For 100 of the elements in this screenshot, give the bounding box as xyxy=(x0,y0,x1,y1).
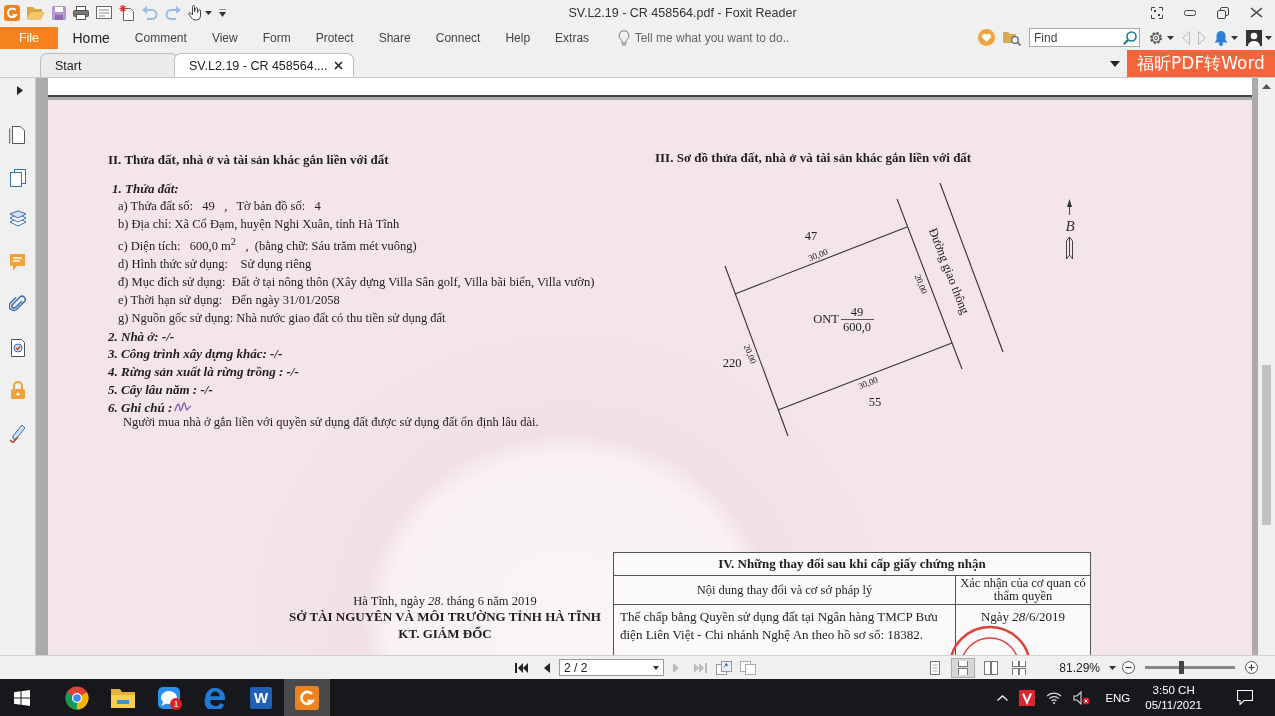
issuing-agency: SỞ TÀI NGUYÊN VÀ MÔI TRƯỜNG TỈNH HÀ TĨNH xyxy=(288,609,602,626)
neighbor-parcel-number: 220 xyxy=(722,356,742,370)
bell-icon[interactable] xyxy=(1214,29,1228,46)
column-header: Xác nhận của cơ quan có thẩm quyền xyxy=(955,575,1091,605)
user-icon[interactable] xyxy=(1246,29,1262,46)
ribbon-tab[interactable]: Extras xyxy=(542,27,602,48)
taskbar-button[interactable]: 1 xyxy=(146,679,192,716)
zoom-dropdown[interactable]: 81.29% xyxy=(1059,660,1116,675)
caret-icon[interactable] xyxy=(1265,35,1272,40)
column-header: Nội dung thay đổi và cơ sở pháp lý xyxy=(613,575,956,605)
close-icon[interactable] xyxy=(1250,7,1263,18)
document-tab[interactable]: SV.L2.19 - CR 458564.... xyxy=(174,53,354,77)
parcel-detail-text: g) Nguồn gốc sử dụng: Nhà nước giao đất có thu tiền sử dụng đất xyxy=(117,309,447,327)
taskbar-button[interactable] xyxy=(284,679,330,716)
ribbon-tab[interactable]: Form xyxy=(250,27,304,48)
wifi-icon[interactable] xyxy=(1046,691,1063,704)
notification-icon[interactable] xyxy=(1237,690,1253,705)
item-heading: 2. Nhà ở: -/- xyxy=(108,327,175,346)
minimize-icon[interactable] xyxy=(1184,9,1196,16)
ribbon-tab[interactable]: Home xyxy=(60,26,123,49)
ribbon-tab[interactable]: Share xyxy=(366,27,424,48)
app-logo-icon[interactable] xyxy=(4,4,20,21)
parcel-detail-text: c) Diện tích: 600,0 m$^{2}$ , (bằng chữ: Sáu trăm mét vuông) xyxy=(117,235,418,256)
pen-check-icon[interactable] xyxy=(8,422,27,443)
lightbulb-icon[interactable] xyxy=(617,29,630,46)
signing-place-date: Hà Tĩnh, ngày 28. tháng 6 năm 2019 xyxy=(352,592,538,609)
slider-thumb[interactable] xyxy=(1179,661,1184,674)
parcel-detail-text: d) Hình thức sử dụng: Sử dụng riêng xyxy=(117,256,313,274)
hand-icon[interactable] xyxy=(188,4,202,21)
caret-icon[interactable] xyxy=(1109,665,1116,670)
parcel-detail-text: a) Thửa đất số: 49 , Tờ bản đồ số: 4 xyxy=(117,197,322,215)
single-page-icon xyxy=(928,660,943,675)
page-number-field[interactable]: 2 / 2 xyxy=(559,659,664,676)
facing-pages-icon xyxy=(984,660,999,675)
ribbon-tab[interactable]: Help xyxy=(492,27,543,48)
fullscreen-icon[interactable] xyxy=(1151,6,1163,19)
volume-muted-icon[interactable] xyxy=(1073,690,1091,705)
zoom-in-icon[interactable] xyxy=(1245,661,1258,674)
clock-date[interactable]: 05/11/2021 xyxy=(1145,697,1202,713)
start-icon[interactable] xyxy=(14,689,30,706)
north-label: B xyxy=(1065,218,1075,234)
caret-icon[interactable] xyxy=(205,10,212,15)
pdf-app-icon xyxy=(295,685,319,710)
v-mark-icon[interactable] xyxy=(1019,689,1036,706)
scrollbar-thumb[interactable] xyxy=(1262,365,1271,525)
find-field[interactable]: Find xyxy=(1029,28,1140,47)
neighbor-parcel-number: 47 xyxy=(804,229,818,243)
clock-time[interactable]: 3:50 CH xyxy=(1152,682,1195,698)
parcel-area: 600,0 xyxy=(842,320,872,334)
ribbon-tab[interactable]: View xyxy=(199,27,251,48)
save-icon[interactable] xyxy=(52,5,66,20)
tell-me-field[interactable]: Tell me what you want to do.. xyxy=(634,30,810,45)
table-title: IV. Những thay đổi sau khi cấp giấy chứng nhận xyxy=(613,552,1091,576)
ribbon-tab[interactable]: Protect xyxy=(303,27,367,48)
extract-page-icon[interactable] xyxy=(716,660,732,675)
caret-icon[interactable] xyxy=(1231,35,1238,40)
parcel-detail-text: e) Thời hạn sử dụng: Đến ngày 31/01/2058 xyxy=(117,291,341,309)
gear-icon[interactable] xyxy=(1148,29,1164,46)
ribbon-tab[interactable]: Connect xyxy=(423,27,493,48)
first-page-icon[interactable] xyxy=(515,661,529,674)
parcel-detail-text: đ) Mục đích sử dụng: Đất ở tại nông thôn (Xây dựng Villa Sân golf, Villa bãi biển, Villa vườn) xyxy=(117,274,596,292)
edge-length-label: 30,00 xyxy=(806,246,830,264)
zoom-out-icon[interactable] xyxy=(1122,661,1135,674)
new-document-icon[interactable] xyxy=(119,4,135,21)
folder-search-icon[interactable] xyxy=(1003,29,1021,46)
signer-title: KT. GIÁM ĐỐC xyxy=(397,625,493,642)
edge-length-label: 30,00 xyxy=(856,374,880,392)
language-indicator[interactable]: ENG xyxy=(1105,691,1131,704)
pages-icon[interactable] xyxy=(8,167,27,188)
land-type-code: ONT xyxy=(813,312,839,326)
scroll-up-icon[interactable] xyxy=(1262,84,1271,89)
customize-caret-icon[interactable] xyxy=(219,8,226,17)
tab-list-caret-icon[interactable] xyxy=(1110,60,1120,67)
word-app-tile: W xyxy=(250,686,272,709)
folder-icon xyxy=(111,687,135,708)
chevron-up-icon[interactable] xyxy=(997,694,1009,701)
restore-icon[interactable] xyxy=(1217,6,1229,19)
caret-icon[interactable] xyxy=(1167,35,1174,40)
view-mode-button[interactable] xyxy=(951,657,976,678)
window-title: SV.L2.19 - CR 458564.pdf - Foxit Reader xyxy=(567,5,798,20)
parcel-number: 49 xyxy=(850,305,864,319)
taskbar-button[interactable]: W xyxy=(238,679,284,716)
close-icon[interactable] xyxy=(334,61,343,70)
section-heading: II. Thửa đất, nhà ở và tài sản khác gắn liền với đất xyxy=(108,151,390,169)
continuous-facing-icon xyxy=(1012,660,1027,675)
neighbor-parcel-number: 55 xyxy=(868,395,882,409)
subsection-heading: 1. Thửa đất: xyxy=(111,180,180,198)
search-icon[interactable] xyxy=(1123,30,1137,45)
parcel-detail-text: b) Địa chỉ: Xã Cổ Đạm, huyện Nghi Xuân, tỉnh Hà Tĩnh xyxy=(117,215,401,233)
chat-app-icon xyxy=(158,686,180,709)
section-heading: III. Sơ đồ thửa đất, nhà ở và tài sản khác gắn liền với đất xyxy=(655,149,973,167)
expand-arrow-icon[interactable] xyxy=(16,86,23,95)
dropdown-caret-icon[interactable] xyxy=(653,665,659,670)
signature-document-icon[interactable] xyxy=(8,337,27,358)
edge-length-label: 20,00 xyxy=(741,342,759,366)
page-icon[interactable] xyxy=(8,125,27,145)
window-icon[interactable] xyxy=(96,6,112,19)
ribbon-tab[interactable]: Comment xyxy=(122,27,200,48)
print-icon[interactable] xyxy=(73,5,89,20)
continuous-pages-icon xyxy=(956,660,971,675)
